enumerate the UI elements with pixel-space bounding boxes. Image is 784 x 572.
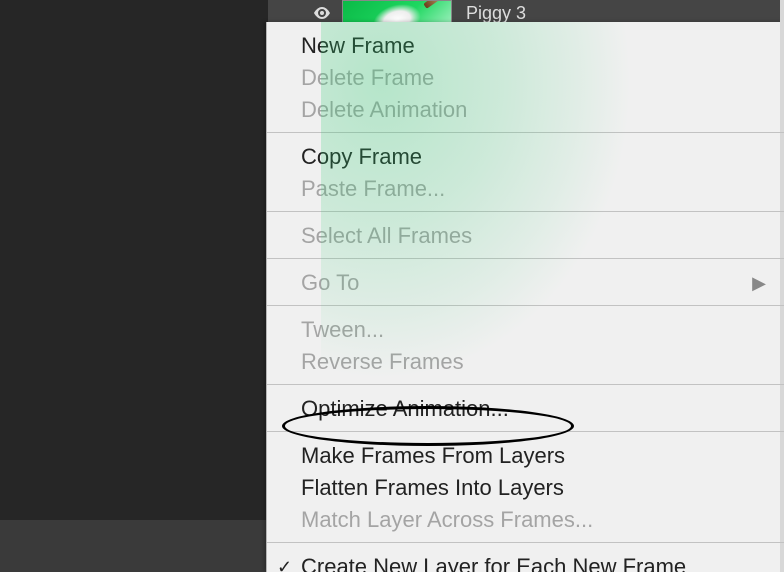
menu-separator: [267, 305, 784, 306]
app-bottom-strip: [0, 520, 268, 572]
new-frame-item[interactable]: New Frame: [267, 30, 784, 62]
flatten-frames-into-layers-item[interactable]: Flatten Frames Into Layers: [267, 472, 784, 504]
menu-item-label: Reverse Frames: [301, 348, 464, 376]
menu-separator: [267, 211, 784, 212]
paste-frame-item: Paste Frame...: [267, 173, 784, 205]
menu-item-label: Make Frames From Layers: [301, 442, 565, 470]
go-to-item: Go To ▶: [267, 267, 784, 299]
match-layer-across-frames-item: Match Layer Across Frames...: [267, 504, 784, 536]
submenu-arrow-icon: ▶: [752, 269, 766, 297]
create-new-layer-each-frame-item[interactable]: Create New Layer for Each New Frame ✓: [267, 551, 784, 572]
make-frames-from-layers-item[interactable]: Make Frames From Layers: [267, 440, 784, 472]
menu-item-label: Paste Frame...: [301, 175, 445, 203]
select-all-frames-item: Select All Frames: [267, 220, 784, 252]
menu-item-label: Delete Frame: [301, 64, 434, 92]
menu-item-label: Delete Animation: [301, 96, 467, 124]
delete-animation-item: Delete Animation: [267, 94, 784, 126]
menu-separator: [267, 132, 784, 133]
menu-item-label: New Frame: [301, 32, 415, 60]
menu-item-label: Tween...: [301, 316, 384, 344]
menu-separator: [267, 542, 784, 543]
animation-panel-flyout-menu: New Frame Delete Frame Delete Animation Cop…: [266, 22, 784, 572]
tween-item: Tween...: [267, 314, 784, 346]
menu-separator: [267, 258, 784, 259]
menu-item-label: Match Layer Across Frames...: [301, 506, 593, 534]
app-left-panel: [0, 0, 268, 520]
menu-item-label: Copy Frame: [301, 143, 422, 171]
optimize-animation-item[interactable]: Optimize Animation...: [267, 393, 784, 425]
menu-item-label: Optimize Animation...: [301, 395, 509, 423]
check-icon: ✓: [277, 553, 292, 572]
menu-item-label: Create New Layer for Each New Frame: [301, 553, 686, 572]
menu-item-label: Go To: [301, 269, 359, 297]
layer-name-label[interactable]: Piggy 3: [460, 3, 526, 24]
menu-separator: [267, 431, 784, 432]
menu-separator: [267, 384, 784, 385]
thumbnail-brush: [423, 0, 444, 9]
copy-frame-item[interactable]: Copy Frame: [267, 141, 784, 173]
delete-frame-item: Delete Frame: [267, 62, 784, 94]
menu-item-label: Flatten Frames Into Layers: [301, 474, 564, 502]
menu-item-label: Select All Frames: [301, 222, 472, 250]
reverse-frames-item: Reverse Frames: [267, 346, 784, 378]
